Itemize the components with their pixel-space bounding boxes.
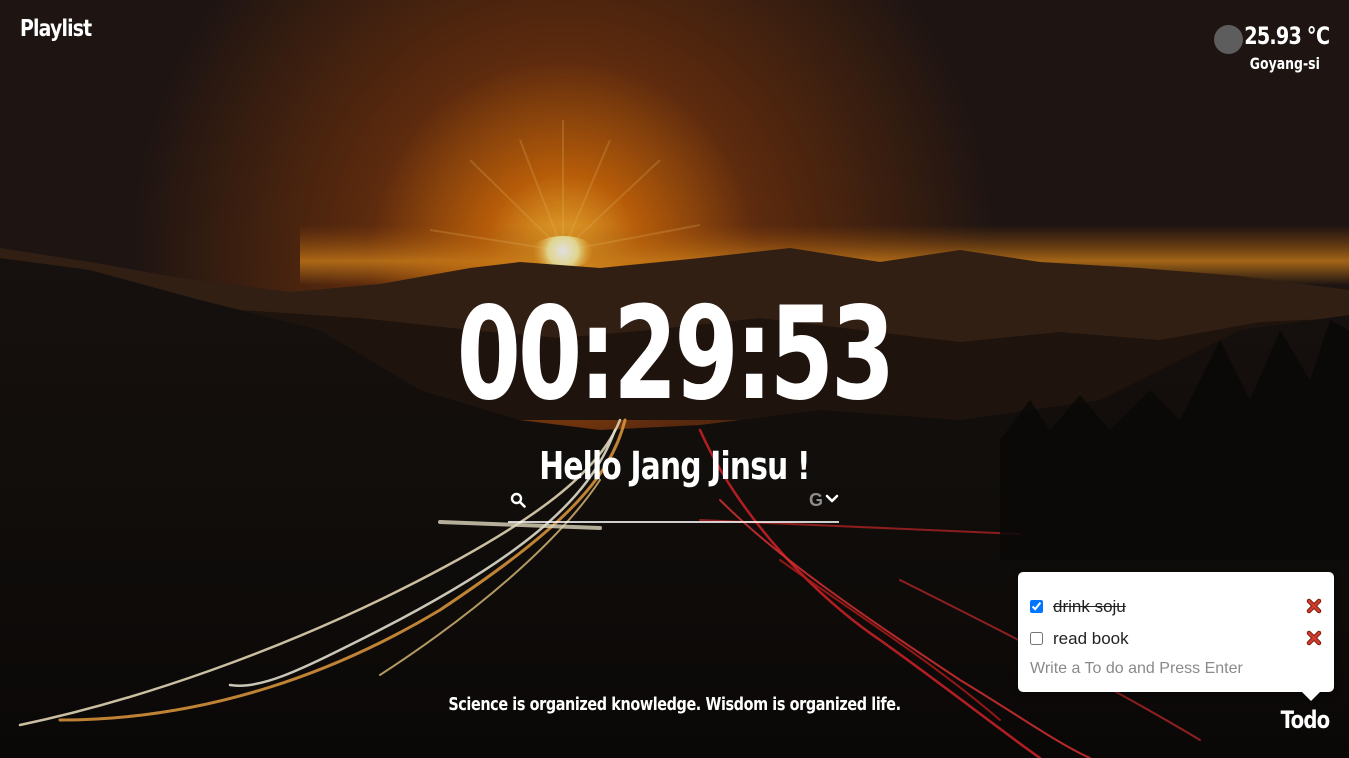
- weather-temperature: 25.93 ℃: [1243, 22, 1330, 50]
- todo-item: read book: [1030, 626, 1328, 652]
- weather-widget: 25.93 ℃ Goyang-si: [1179, 22, 1330, 74]
- todo-toggle-button[interactable]: Todo: [1280, 706, 1329, 734]
- search-input[interactable]: [536, 489, 800, 517]
- search-engine-select[interactable]: G: [809, 490, 839, 511]
- greeting: Hello Jang Jinsu !: [539, 444, 810, 488]
- quote-text: Science is organized knowledge. Wisdom i…: [448, 694, 901, 715]
- search-bar: G: [508, 487, 839, 523]
- search-icon[interactable]: [510, 492, 526, 508]
- playlist-button[interactable]: Playlist: [20, 16, 92, 42]
- todo-checkbox[interactable]: [1030, 632, 1043, 645]
- todo-item: drink soju: [1030, 594, 1328, 620]
- todo-checkbox[interactable]: [1030, 600, 1043, 613]
- close-icon[interactable]: [1306, 598, 1322, 614]
- clock: 00:29:53: [456, 280, 895, 429]
- todo-item-text: read book: [1053, 629, 1129, 648]
- new-tab-dashboard: Playlist 25.93 ℃ Goyang-si 00:29:53 Hell…: [0, 0, 1349, 758]
- close-icon[interactable]: [1306, 630, 1322, 646]
- search-engine-label: G: [808, 490, 823, 510]
- weather-icon: [1214, 25, 1243, 54]
- weather-city: Goyang-si: [1249, 54, 1320, 73]
- todo-panel: drink soju read book: [1018, 572, 1334, 701]
- todo-item-text: drink soju: [1053, 597, 1126, 616]
- todo-input[interactable]: [1028, 658, 1322, 680]
- chevron-down-icon: [825, 494, 839, 503]
